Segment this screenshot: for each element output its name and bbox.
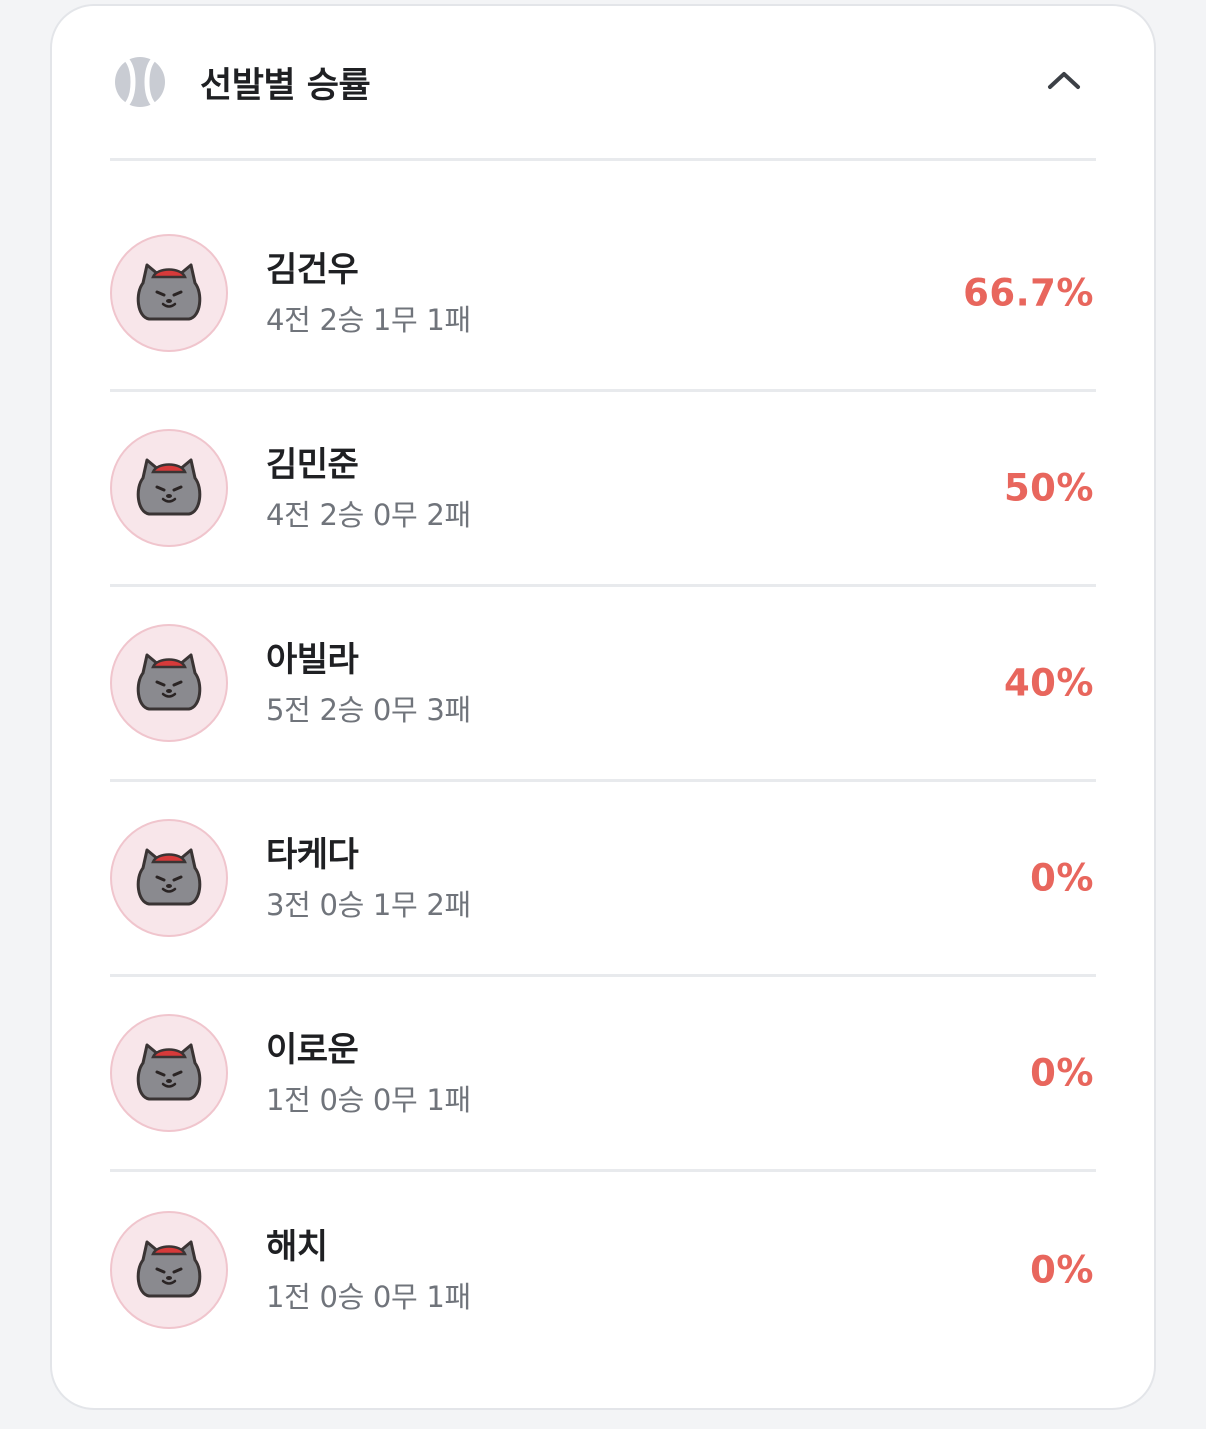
pitcher-row[interactable]: 김건우 4전 2승 1무 1패 66.7%: [110, 197, 1096, 392]
pitcher-record: 1전 0승 0무 1패: [266, 1279, 471, 1314]
pitcher-row[interactable]: 타케다 3전 0승 1무 2패 0%: [110, 782, 1096, 977]
pitcher-name: 해치: [266, 1226, 328, 1267]
pitcher-name: 이로운: [266, 1030, 359, 1070]
win-rate: 40%: [1003, 661, 1094, 705]
win-rate: 0%: [1030, 1248, 1094, 1291]
pitcher-name: 김건우: [266, 250, 359, 290]
pitcher-record: 1전 0승 0무 1패: [266, 1083, 471, 1117]
win-rate: 0%: [1030, 856, 1094, 900]
cat-mascot-avatar: [110, 1210, 228, 1329]
pitcher-record: 3전 0승 1무 2패: [266, 888, 471, 922]
pitcher-record: 4전 2승 1무 1패: [266, 303, 471, 337]
cat-mascot-avatar: [110, 429, 228, 547]
win-rate: 50%: [1003, 466, 1094, 510]
pitcher-row[interactable]: 김민준 4전 2승 0무 2패 50%: [110, 392, 1096, 587]
chevron-up-icon[interactable]: [1032, 48, 1096, 112]
win-rate: 0%: [1030, 1051, 1094, 1095]
pitcher-record: 5전 2승 0무 3패: [266, 693, 471, 727]
pitcher-name: 타케다: [266, 835, 359, 875]
pitcher-record: 4전 2승 0무 2패: [266, 498, 471, 532]
win-rate: 66.7%: [963, 271, 1094, 315]
baseball-icon: [114, 56, 166, 108]
pitcher-name: 아빌라: [266, 640, 359, 680]
card-title: 선발별 승률: [200, 65, 371, 106]
cat-mascot-avatar: [110, 819, 228, 937]
starter-win-rate-card: 선발별 승률 김건우 4전 2승 1무 1패 66.7% 김민준 4전 2승 0…: [50, 4, 1156, 1410]
cat-mascot-avatar: [110, 234, 228, 352]
cat-mascot-avatar: [110, 624, 228, 742]
pitcher-list: 김건우 4전 2승 1무 1패 66.7% 김민준 4전 2승 0무 2패 50…: [110, 197, 1096, 1367]
pitcher-name: 김민준: [266, 445, 359, 485]
pitcher-row[interactable]: 해치 1전 0승 0무 1패 0%: [110, 1172, 1096, 1367]
pitcher-row[interactable]: 아빌라 5전 2승 0무 3패 40%: [110, 587, 1096, 782]
pitcher-row[interactable]: 이로운 1전 0승 0무 1패 0%: [110, 977, 1096, 1172]
cat-mascot-avatar: [110, 1014, 228, 1132]
card-header[interactable]: 선발별 승률: [110, 6, 1096, 161]
